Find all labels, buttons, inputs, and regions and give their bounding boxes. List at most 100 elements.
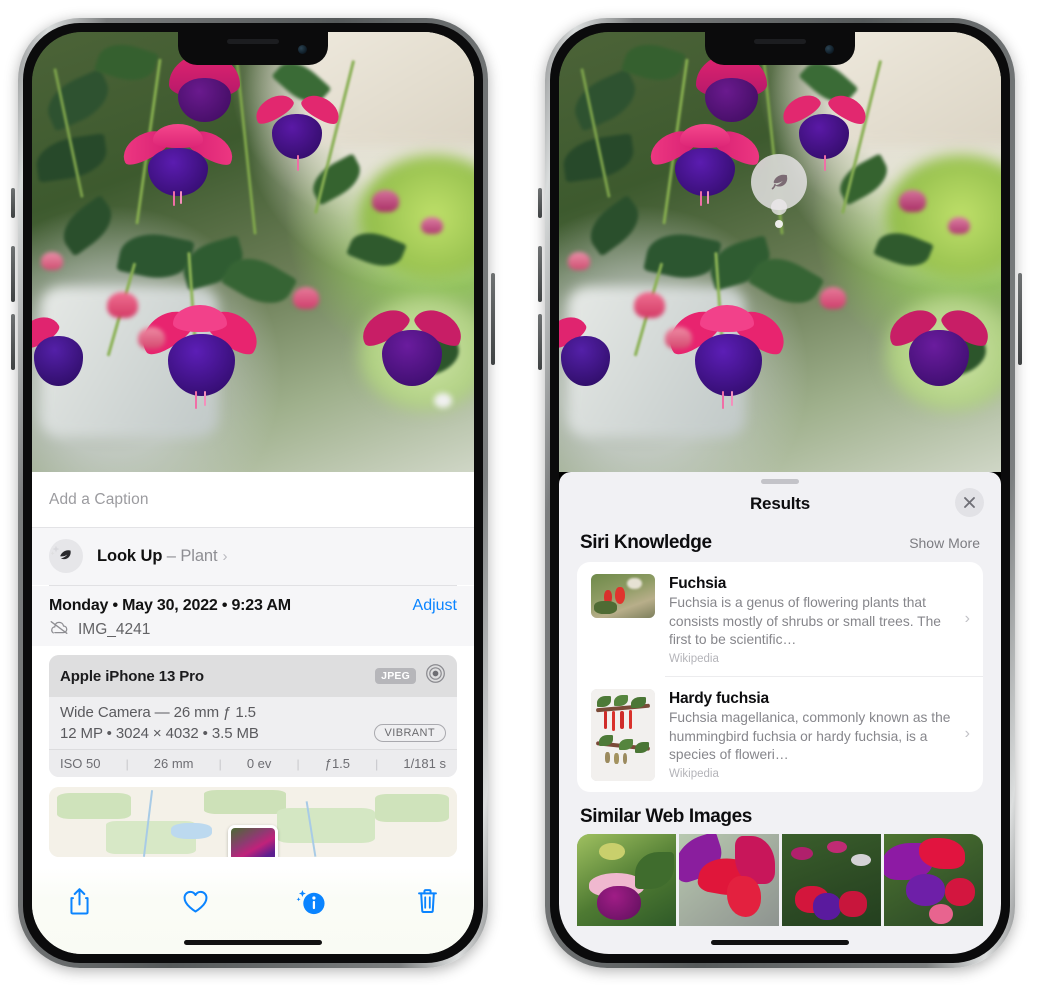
info-button[interactable] — [288, 882, 334, 920]
exif-sep-1: | — [125, 756, 129, 771]
camera-card-header: Apple iPhone 13 Pro JPEG — [49, 655, 457, 697]
photo-thumbnail-pin[interactable] — [228, 825, 278, 857]
hardy-fuchsia-specimen-thumbnail — [591, 688, 655, 781]
favorite-button[interactable] — [172, 882, 218, 920]
look-up-dash: – — [166, 546, 176, 565]
knowledge-source: Wikipedia — [669, 767, 719, 780]
photographic-style-badge: VIBRANT — [373, 724, 446, 742]
format-badge: JPEG — [375, 668, 416, 684]
home-indicator[interactable] — [184, 940, 322, 945]
results-sheet: Results Siri Knowledge Show More Fuchsia… — [559, 472, 1001, 954]
fuchsia-red-flowers-thumbnail — [591, 574, 655, 618]
right-phone-screen: Results Siri Knowledge Show More Fuchsia… — [559, 32, 1001, 954]
cloud-slash-icon — [49, 620, 69, 640]
similar-web-images-header: Similar Web Images — [559, 792, 1001, 834]
look-up-subject: Plant — [180, 546, 218, 565]
fuchsia-web-image-4[interactable] — [883, 833, 983, 926]
image-specs-line: 12 MP • 3024 × 4032 • 3.5 MB — [60, 724, 259, 742]
share-icon — [69, 888, 89, 915]
exif-exposure: 0 ev — [246, 756, 272, 771]
exif-shutter: 1/181 s — [403, 756, 446, 771]
knowledge-title: Hardy fuchsia — [669, 689, 769, 707]
left-phone-bezel: Add a Caption Look Up – Plant › Monday •… — [23, 23, 483, 963]
exif-sep-3: | — [296, 756, 300, 771]
exif-iso: ISO 50 — [60, 756, 101, 771]
results-header: Results — [559, 484, 1001, 524]
results-title: Results — [749, 494, 810, 513]
knowledge-row-fuchsia[interactable]: Fuchsia Fuchsia is a genus of flowering … — [577, 562, 983, 676]
badge-tail-dot — [775, 220, 783, 228]
photo-filename: IMG_4241 — [78, 621, 151, 638]
exif-sep-4: | — [375, 756, 379, 771]
share-button[interactable] — [56, 882, 102, 920]
knowledge-description: Fuchsia is a genus of flowering plants t… — [669, 595, 941, 647]
front-camera-icon — [825, 45, 834, 54]
capture-datetime: Monday • May 30, 2022 • 9:23 AM — [49, 597, 291, 614]
exif-row: ISO 50 | 26 mm | 0 ev | ƒ1.5 | 1/181 s — [49, 749, 457, 777]
info-sparkle-icon — [296, 889, 325, 914]
location-map[interactable] — [49, 787, 457, 857]
leaf-icon — [771, 174, 788, 190]
camera-info-card[interactable]: Apple iPhone 13 Pro JPEG Wide Camera — 2… — [49, 655, 457, 777]
knowledge-row-hardy-fuchsia[interactable]: Hardy fuchsia Fuchsia magellanica, commo… — [577, 677, 983, 792]
right-phone-notch — [705, 32, 855, 65]
home-indicator[interactable] — [711, 940, 849, 945]
knowledge-text-fuchsia: Fuchsia Fuchsia is a genus of flowering … — [669, 574, 971, 665]
volume-up-button-right[interactable] — [538, 246, 542, 302]
adjust-button[interactable]: Adjust — [413, 597, 457, 615]
fuchsia-web-image-3[interactable] — [781, 833, 881, 926]
look-up-title: Look Up — [97, 546, 163, 565]
similar-web-images-title: Similar Web Images — [580, 805, 752, 827]
knowledge-description: Fuchsia magellanica, commonly known as t… — [669, 710, 951, 762]
knowledge-title: Fuchsia — [669, 575, 727, 592]
silent-switch-right[interactable] — [538, 188, 542, 218]
power-button[interactable] — [491, 273, 495, 365]
siri-knowledge-header: Siri Knowledge Show More — [559, 524, 1001, 562]
visual-lookup-badge[interactable] — [751, 154, 807, 228]
aperture-icon — [425, 663, 446, 689]
look-up-row[interactable]: Look Up – Plant › — [32, 528, 474, 585]
earpiece-speaker — [754, 39, 806, 44]
right-phone-frame: Results Siri Knowledge Show More Fuchsia… — [538, 18, 1022, 968]
exif-focal: 26 mm — [153, 756, 194, 771]
volume-down-button[interactable] — [11, 314, 15, 370]
close-button[interactable] — [955, 488, 984, 517]
left-phone-screen: Add a Caption Look Up – Plant › Monday •… — [32, 32, 474, 954]
photo-viewer[interactable] — [32, 32, 474, 472]
trash-icon — [417, 889, 437, 914]
delete-button[interactable] — [404, 882, 450, 920]
screenshot-root: Add a Caption Look Up – Plant › Monday •… — [0, 0, 1055, 985]
earpiece-speaker — [227, 39, 279, 44]
chevron-right-icon: › — [222, 547, 228, 565]
lens-line: Wide Camera — 26 mm ƒ 1.5 — [60, 704, 256, 721]
volume-up-button[interactable] — [11, 246, 15, 302]
siri-knowledge-title: Siri Knowledge — [580, 532, 712, 553]
look-up-label: Look Up – Plant — [97, 546, 218, 566]
chevron-right-icon: › — [964, 609, 970, 627]
knowledge-source: Wikipedia — [669, 652, 719, 665]
volume-down-button-right[interactable] — [538, 314, 542, 370]
fuchsia-web-image-2[interactable] — [679, 833, 779, 926]
leaf-icon — [49, 539, 83, 573]
close-icon — [964, 497, 975, 508]
chevron-right-icon: › — [964, 725, 970, 743]
caption-placeholder: Add a Caption — [49, 490, 149, 508]
fuchsia-web-image-1[interactable] — [577, 833, 677, 926]
right-phone-bezel: Results Siri Knowledge Show More Fuchsia… — [550, 23, 1010, 963]
heart-icon — [183, 890, 207, 913]
silent-switch[interactable] — [11, 188, 15, 218]
left-phone-notch — [178, 32, 328, 65]
caption-field[interactable]: Add a Caption — [32, 472, 474, 527]
camera-card-body: Wide Camera — 26 mm ƒ 1.5 12 MP • 3024 ×… — [49, 697, 457, 749]
power-button-right[interactable] — [1018, 273, 1022, 365]
badge-tail-large — [771, 199, 787, 215]
exif-aperture: ƒ1.5 — [324, 756, 351, 771]
photo-viewer-right[interactable] — [559, 32, 1001, 472]
show-more-button[interactable]: Show More — [909, 535, 980, 551]
similar-web-images-grid — [577, 833, 983, 926]
knowledge-text-hardy-fuchsia: Hardy fuchsia Fuchsia magellanica, commo… — [669, 689, 971, 780]
left-phone-frame: Add a Caption Look Up – Plant › Monday •… — [11, 18, 495, 968]
siri-knowledge-list: Fuchsia Fuchsia is a genus of flowering … — [577, 562, 983, 792]
photo-metadata: Monday • May 30, 2022 • 9:23 AM Adjust I… — [32, 586, 474, 646]
front-camera-icon — [298, 45, 307, 54]
